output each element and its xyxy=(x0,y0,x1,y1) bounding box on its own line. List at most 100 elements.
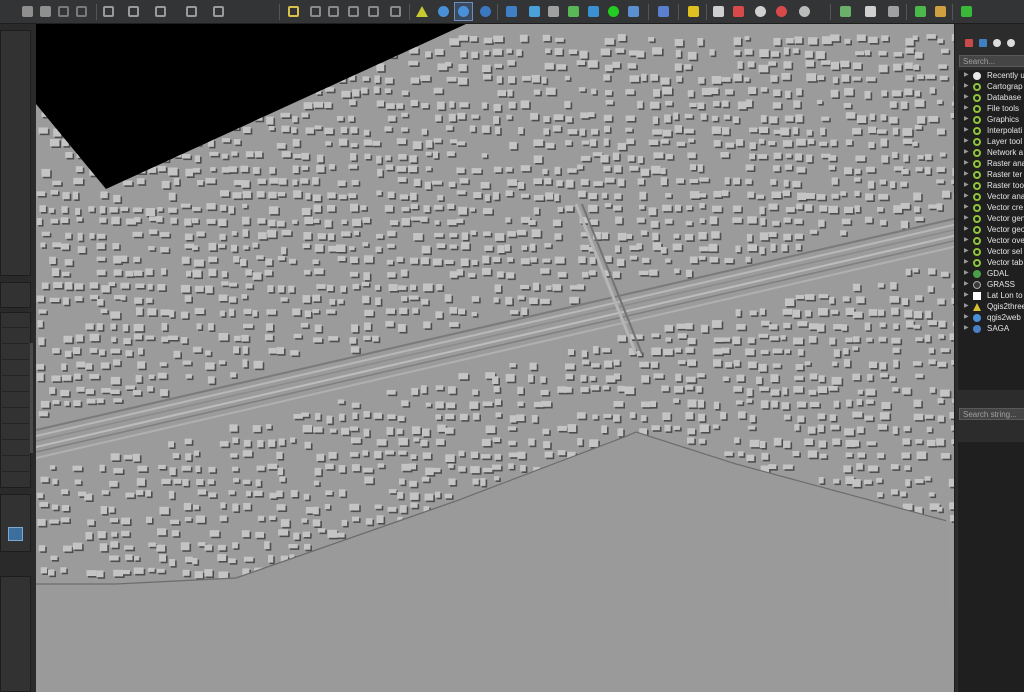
expand-arrow-icon[interactable]: ▶ xyxy=(964,202,969,213)
tower-button[interactable] xyxy=(545,3,562,20)
earth-view-button[interactable] xyxy=(477,3,494,20)
globe-button[interactable] xyxy=(435,3,452,20)
qgis-logo-icon xyxy=(973,193,981,201)
expand-arrow-icon[interactable]: ▶ xyxy=(964,92,969,103)
toolbox-item[interactable]: ▶ Raster ter xyxy=(958,169,1024,180)
label-abc-button[interactable] xyxy=(285,3,302,20)
globe-icon xyxy=(438,6,449,17)
toolbox-item[interactable]: ▶ Qgis2three xyxy=(958,301,1024,312)
map-pin-button[interactable] xyxy=(730,3,747,20)
expand-arrow-icon[interactable]: ▶ xyxy=(964,268,969,279)
expand-arrow-icon[interactable]: ▶ xyxy=(964,279,969,290)
brush-button[interactable] xyxy=(885,3,902,20)
plugin-green-button[interactable] xyxy=(958,3,975,20)
label-change-button[interactable] xyxy=(345,3,362,20)
search-green-button[interactable] xyxy=(912,3,929,20)
expand-arrow-icon[interactable]: ▶ xyxy=(964,290,969,301)
save-as-button[interactable] xyxy=(19,3,36,20)
add-polygon-button[interactable] xyxy=(183,3,200,20)
history-clock-icon[interactable] xyxy=(993,39,1001,47)
add-point-button[interactable] xyxy=(125,3,142,20)
toolbox-item[interactable]: ▶ Vector geo xyxy=(958,224,1024,235)
map-canvas[interactable] xyxy=(36,24,954,692)
expand-arrow-icon[interactable]: ▶ xyxy=(964,180,969,191)
tiger-button[interactable] xyxy=(862,3,879,20)
options-icon[interactable] xyxy=(1007,39,1015,47)
attributes-scrollbar[interactable] xyxy=(30,343,33,453)
expand-arrow-icon[interactable]: ▶ xyxy=(964,81,969,92)
toolbox-search-input[interactable] xyxy=(959,55,1024,67)
help-button[interactable] xyxy=(655,3,672,20)
expand-arrow-icon[interactable]: ▶ xyxy=(964,158,969,169)
expand-arrow-icon[interactable]: ▶ xyxy=(964,312,969,323)
copy-button[interactable] xyxy=(710,3,727,20)
expand-arrow-icon[interactable]: ▶ xyxy=(964,224,969,235)
expand-arrow-icon[interactable]: ▶ xyxy=(964,136,969,147)
toolbox-item[interactable]: ▶ Lat Lon to xyxy=(958,290,1024,301)
toolbox-item[interactable]: ▶ Layer tool xyxy=(958,136,1024,147)
toolbox-item[interactable]: ▶ Vector gen xyxy=(958,213,1024,224)
toolbox-item[interactable]: ▶ Recently u xyxy=(958,70,1024,81)
python-scripts-icon[interactable] xyxy=(979,39,987,47)
grid-button[interactable] xyxy=(625,3,642,20)
python-button[interactable] xyxy=(503,3,520,20)
zoom-button[interactable] xyxy=(752,3,769,20)
cube-icon xyxy=(568,6,579,17)
toolbox-item[interactable]: ▶ Vector ana xyxy=(958,191,1024,202)
green-circle-button[interactable] xyxy=(605,3,622,20)
expand-arrow-icon[interactable]: ▶ xyxy=(964,114,969,125)
toolbox-item[interactable]: ▶ Graphics xyxy=(958,114,1024,125)
vertex-tool-button[interactable] xyxy=(210,3,227,20)
cube-button[interactable] xyxy=(565,3,582,20)
toolbox-item[interactable]: ▶ qgis2web xyxy=(958,312,1024,323)
expand-arrow-icon[interactable]: ▶ xyxy=(964,257,969,268)
zoom-red-button[interactable] xyxy=(773,3,790,20)
select-frame-button[interactable] xyxy=(837,3,854,20)
toolbox-item[interactable]: ▶ Vector ove xyxy=(958,235,1024,246)
label-move-button[interactable] xyxy=(307,3,324,20)
elevation-button[interactable] xyxy=(526,3,543,20)
toolbox-item[interactable]: ▶ Vector tab xyxy=(958,257,1024,268)
measure-triangle-button[interactable] xyxy=(414,3,431,20)
globe-wire-button[interactable] xyxy=(796,3,813,20)
toolbox-item[interactable]: ▶ Raster ana xyxy=(958,158,1024,169)
toolbox-item[interactable]: ▶ Database xyxy=(958,92,1024,103)
undo-button[interactable] xyxy=(55,3,72,20)
expand-arrow-icon[interactable]: ▶ xyxy=(964,246,969,257)
expand-arrow-icon[interactable]: ▶ xyxy=(964,235,969,246)
expand-arrow-icon[interactable]: ▶ xyxy=(964,147,969,158)
network-button[interactable] xyxy=(585,3,602,20)
toolbox-item[interactable]: ▶ SAGA xyxy=(958,323,1024,334)
label-rotate-button[interactable] xyxy=(325,3,342,20)
label-pin-button[interactable] xyxy=(365,3,382,20)
layer-style-swatch-icon[interactable] xyxy=(8,527,23,541)
toolbox-item[interactable]: ▶ File tools xyxy=(958,103,1024,114)
expand-arrow-icon[interactable]: ▶ xyxy=(964,70,969,81)
toolbox-item[interactable]: ▶ Cartograp xyxy=(958,81,1024,92)
label-show-button[interactable] xyxy=(387,3,404,20)
print-layout-button[interactable] xyxy=(37,3,54,20)
redo-button[interactable] xyxy=(73,3,90,20)
expand-arrow-icon[interactable]: ▶ xyxy=(964,191,969,202)
toolbox-item[interactable]: ▶ Vector sel xyxy=(958,246,1024,257)
expand-arrow-icon[interactable]: ▶ xyxy=(964,301,969,312)
toolbox-item[interactable]: ▶ Vector cre xyxy=(958,202,1024,213)
toolbox-item[interactable]: ▶ Interpolati xyxy=(958,125,1024,136)
add-line-button[interactable] xyxy=(152,3,169,20)
expand-arrow-icon[interactable]: ▶ xyxy=(964,323,969,334)
toolbox-item[interactable]: ▶ Raster too xyxy=(958,180,1024,191)
expand-arrow-icon[interactable]: ▶ xyxy=(964,169,969,180)
toolbox-item[interactable]: ▶ Network a xyxy=(958,147,1024,158)
expand-arrow-icon[interactable]: ▶ xyxy=(964,125,969,136)
label-change-icon xyxy=(348,6,359,17)
globe-grid-button[interactable] xyxy=(454,2,473,21)
digitize-node-button[interactable] xyxy=(100,3,117,20)
processing-models-icon[interactable] xyxy=(965,39,973,47)
edit-pencil-button[interactable] xyxy=(932,3,949,20)
s-plugin-button[interactable] xyxy=(685,3,702,20)
toolbox-item[interactable]: ▶ GRASS xyxy=(958,279,1024,290)
expand-arrow-icon[interactable]: ▶ xyxy=(964,103,969,114)
results-search-input[interactable] xyxy=(959,408,1024,420)
expand-arrow-icon[interactable]: ▶ xyxy=(964,213,969,224)
toolbox-item[interactable]: ▶ GDAL xyxy=(958,268,1024,279)
